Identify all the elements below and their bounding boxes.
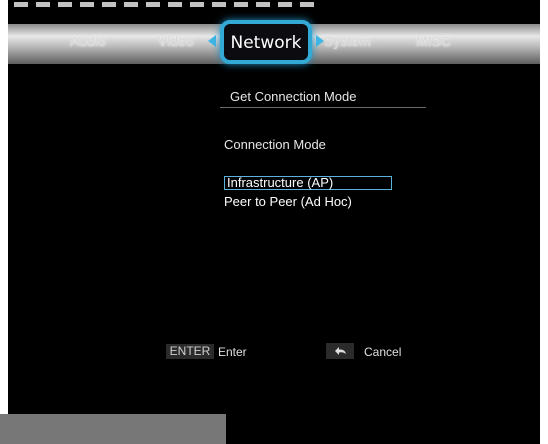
top-border-artifact xyxy=(14,2,314,7)
tab-system[interactable]: System xyxy=(324,33,371,49)
tab-misc[interactable]: MISC xyxy=(416,33,451,49)
tab-audio[interactable]: Audio xyxy=(70,33,106,49)
page-title: Get Connection Mode xyxy=(230,89,357,104)
option-infrastructure[interactable]: Infrastructure (AP) xyxy=(224,176,392,190)
tab-video[interactable]: Video xyxy=(158,33,194,49)
tab-network-label: Network xyxy=(230,33,302,53)
section-label: Connection Mode xyxy=(224,137,326,152)
chevron-right-icon[interactable] xyxy=(316,35,324,47)
enter-key-badge: ENTER xyxy=(166,344,214,359)
title-divider xyxy=(220,107,426,108)
tv-screen: Audio Video Network System MISC Get Conn… xyxy=(8,0,540,444)
cancel-hint-label: Cancel xyxy=(364,345,402,359)
option-peer-to-peer[interactable]: Peer to Peer (Ad Hoc) xyxy=(224,194,352,209)
tab-network[interactable]: Network xyxy=(220,20,312,64)
enter-hint-label: Enter xyxy=(218,345,247,359)
bottom-overlay xyxy=(0,414,226,444)
chevron-left-icon[interactable] xyxy=(208,35,216,47)
back-arrow-icon xyxy=(326,343,354,359)
